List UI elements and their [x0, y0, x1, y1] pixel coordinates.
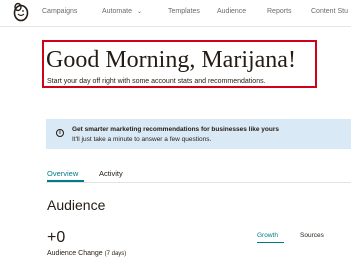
- banner-title: Get smarter marketing recommendations fo…: [72, 126, 279, 133]
- banner-text: It'll just take a minute to answer a few…: [72, 136, 212, 143]
- tab-activity[interactable]: Activity: [99, 169, 123, 178]
- nav-item-automate[interactable]: Automate ⌄: [102, 8, 142, 15]
- audience-change-label: Audience Change (7 days): [47, 250, 126, 257]
- audience-change-value: +0: [47, 229, 66, 246]
- subtab-sources[interactable]: Sources: [300, 232, 324, 239]
- tab-overview[interactable]: Overview: [47, 169, 78, 178]
- subtab-growth[interactable]: Growth: [257, 232, 278, 239]
- greeting-subtitle: Start your day off right with some accou…: [47, 78, 266, 85]
- tabs-divider: [46, 182, 351, 183]
- info-icon: i: [56, 129, 64, 137]
- nav-item-reports[interactable]: Reports: [267, 8, 292, 15]
- audience-change-label-text: Audience Change: [47, 250, 103, 257]
- nav-item-templates[interactable]: Templates: [168, 8, 200, 15]
- audience-section-title: Audience: [47, 197, 106, 213]
- nav-item-content-studio[interactable]: Content Stu: [311, 8, 348, 15]
- nav-item-audience[interactable]: Audience: [217, 8, 246, 15]
- nav-item-campaigns[interactable]: Campaigns: [42, 8, 77, 15]
- audience-change-period: (7 days): [104, 251, 127, 257]
- recommendations-banner[interactable]: i Get smarter marketing recommendations …: [46, 119, 351, 149]
- top-navigation: Campaigns Automate ⌄ Templates Audience R…: [0, 0, 351, 27]
- chevron-down-icon: ⌄: [136, 9, 142, 15]
- active-subtab-indicator: [257, 242, 284, 243]
- mailchimp-logo-icon[interactable]: [12, 2, 30, 22]
- dashboard-page: Campaigns Automate ⌄ Templates Audience R…: [0, 0, 351, 273]
- greeting-title: Good Morning, Marijana!: [46, 47, 296, 73]
- nav-item-automate-label: Automate: [102, 8, 132, 15]
